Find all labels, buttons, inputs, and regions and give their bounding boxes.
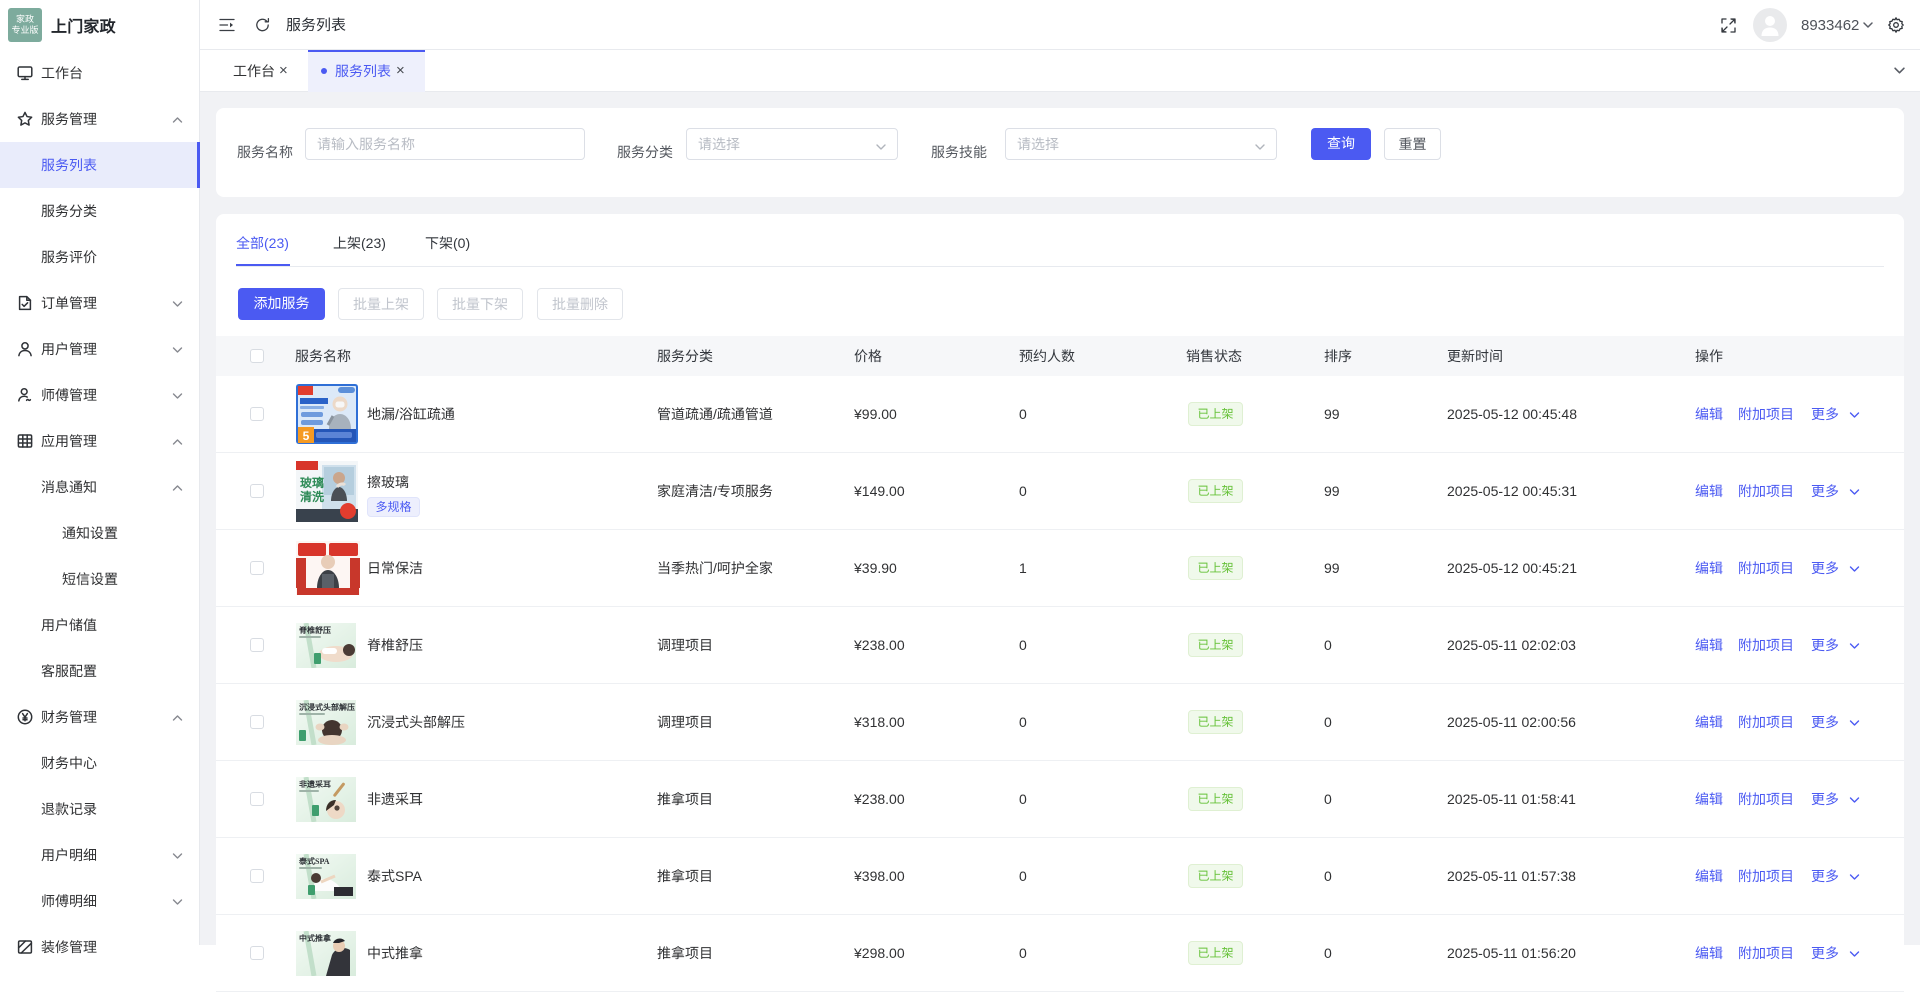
svg-text:5: 5 — [303, 427, 310, 444]
svg-text:中式推拿: 中式推拿 — [299, 933, 332, 944]
svg-text:非遗采耳: 非遗采耳 — [299, 779, 331, 790]
svg-text:脊椎舒压: 脊椎舒压 — [298, 625, 331, 636]
svg-text:清洗: 清洗 — [300, 488, 324, 505]
svg-text:沉浸式头部解压: 沉浸式头部解压 — [299, 702, 355, 713]
svg-text:泰式SPA: 泰式SPA — [298, 856, 330, 867]
